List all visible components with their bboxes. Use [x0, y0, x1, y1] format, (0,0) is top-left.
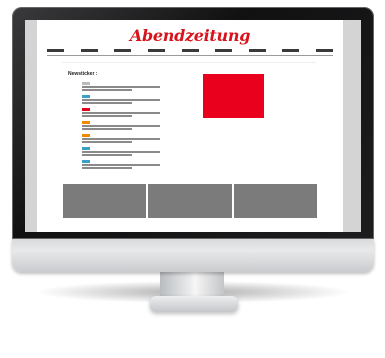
news-headline-line [82, 125, 160, 127]
newsticker-item[interactable] [68, 82, 168, 95]
newsticker-item[interactable] [68, 134, 168, 147]
nav-item[interactable] [114, 49, 132, 52]
news-headline-line [82, 164, 160, 166]
monitor-chin [12, 239, 374, 272]
nav-divider [47, 55, 333, 56]
teaser-image[interactable] [148, 184, 232, 218]
teaser-row [63, 184, 317, 218]
news-headline-line [82, 89, 132, 91]
website-page: Abendzeitung Newsticker : [37, 20, 343, 232]
news-headline-line [82, 138, 160, 140]
monitor-screen: Abendzeitung Newsticker : [25, 20, 361, 232]
nav-item[interactable] [248, 49, 266, 52]
news-category-tag [82, 160, 90, 163]
nav-item[interactable] [80, 49, 98, 52]
newsticker-item[interactable] [68, 121, 168, 134]
news-category-tag [82, 134, 90, 137]
advertisement-banner[interactable] [203, 74, 264, 118]
news-headline-line [82, 151, 160, 153]
main-content: Newsticker : [62, 62, 316, 184]
news-headline-line [82, 112, 160, 114]
news-headline-line [82, 141, 132, 143]
main-navigation [47, 48, 333, 53]
news-headline-line [82, 128, 132, 130]
newsticker-item[interactable] [68, 160, 168, 173]
newsticker-list [68, 82, 168, 173]
news-headline-line [82, 99, 160, 101]
news-headline-line [82, 154, 132, 156]
newsticker-item[interactable] [68, 147, 168, 160]
teaser-image[interactable] [233, 184, 317, 218]
monitor-stand-foot [150, 296, 238, 312]
news-category-tag [82, 108, 90, 111]
news-headline-line [82, 167, 132, 169]
news-category-tag [82, 121, 90, 124]
news-headline-line [82, 86, 160, 88]
newsticker-item[interactable] [68, 95, 168, 108]
site-logo[interactable]: Abendzeitung [37, 26, 343, 45]
newsticker-item[interactable] [68, 108, 168, 121]
nav-item[interactable] [215, 49, 233, 52]
nav-item[interactable] [316, 49, 333, 52]
nav-item[interactable] [181, 49, 199, 52]
nav-item[interactable] [282, 49, 300, 52]
newsticker-title: Newsticker : [68, 71, 98, 77]
news-category-tag [82, 147, 90, 150]
teaser-image[interactable] [63, 184, 147, 218]
news-category-tag [82, 82, 90, 85]
nav-item[interactable] [47, 49, 64, 52]
nav-item[interactable] [147, 49, 165, 52]
news-category-tag [82, 95, 90, 98]
news-headline-line [82, 102, 132, 104]
news-headline-line [82, 115, 132, 117]
